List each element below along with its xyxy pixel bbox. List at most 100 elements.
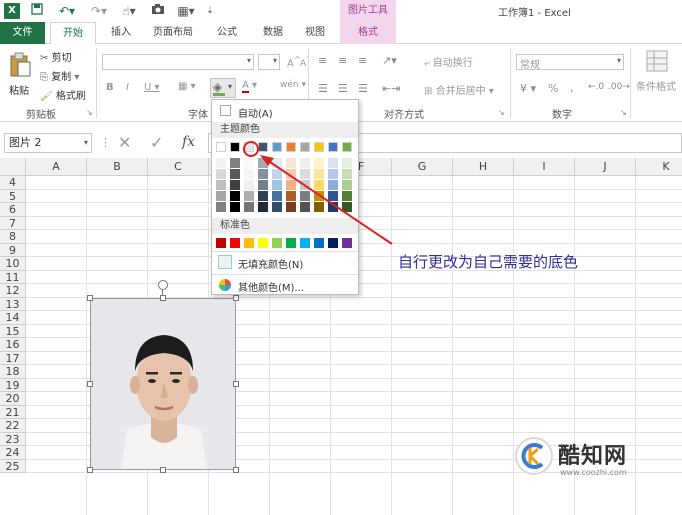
automatic-option[interactable]: 自动(A)	[212, 102, 358, 120]
theme-shade-swatch[interactable]	[300, 191, 310, 201]
save-icon[interactable]	[30, 3, 44, 19]
theme-shade-swatch[interactable]	[314, 158, 324, 168]
theme-shade-swatch[interactable]	[230, 169, 240, 179]
standard-color-swatch[interactable]	[216, 238, 226, 248]
column-header-g[interactable]: G	[392, 158, 453, 176]
theme-shade-swatch[interactable]	[286, 169, 296, 179]
copy-button[interactable]: ⎘ 复制 ▾	[40, 68, 79, 83]
percent-button[interactable]: %	[548, 82, 558, 95]
theme-shade-swatch[interactable]	[272, 158, 282, 168]
fill-color-button[interactable]: ◈ ▾	[210, 78, 236, 98]
resize-handle-w[interactable]	[87, 381, 93, 387]
row-header-12[interactable]: 12	[0, 284, 26, 298]
more-colors-option[interactable]: 其他颜色(M)...	[212, 274, 358, 294]
no-fill-option[interactable]: 无填充颜色(N)	[212, 251, 358, 271]
border-button[interactable]: ▦ ▾	[178, 81, 196, 92]
resize-handle-e[interactable]	[233, 381, 239, 387]
column-header-h[interactable]: H	[453, 158, 514, 176]
theme-shade-swatch[interactable]	[342, 180, 352, 190]
theme-color-swatch[interactable]	[300, 142, 310, 152]
row-header-15[interactable]: 15	[0, 324, 26, 338]
font-size-combo[interactable]: ▾	[258, 54, 280, 70]
redo-icon[interactable]: ↷▾	[88, 3, 110, 19]
standard-color-swatch[interactable]	[230, 238, 240, 248]
increase-decimal-icon[interactable]: ←.0	[588, 82, 604, 92]
theme-shade-swatch[interactable]	[328, 169, 338, 179]
theme-shade-swatch[interactable]	[342, 202, 352, 212]
tab-insert[interactable]: 插入	[104, 22, 138, 44]
theme-shade-swatch[interactable]	[216, 158, 226, 168]
tab-file[interactable]: 文件	[0, 22, 45, 44]
row-header-21[interactable]: 21	[0, 405, 26, 419]
number-launcher-icon[interactable]: ↘	[620, 108, 627, 117]
row-header-22[interactable]: 22	[0, 419, 26, 433]
theme-color-swatch[interactable]	[258, 142, 268, 152]
align-bottom-icon[interactable]: ≡	[358, 54, 367, 67]
tab-view[interactable]: 视图	[298, 22, 332, 44]
theme-shade-swatch[interactable]	[286, 191, 296, 201]
tab-formulas[interactable]: 公式	[210, 22, 244, 44]
resize-handle-nw[interactable]	[87, 295, 93, 301]
theme-shade-swatch[interactable]	[314, 169, 324, 179]
camera-icon[interactable]	[150, 3, 166, 19]
theme-shade-swatch[interactable]	[244, 169, 254, 179]
row-header-6[interactable]: 6	[0, 203, 26, 217]
row-header-10[interactable]: 10	[0, 257, 26, 271]
standard-color-swatch[interactable]	[314, 238, 324, 248]
comma-button[interactable]: ,	[570, 80, 574, 94]
row-header-4[interactable]: 4	[0, 176, 26, 190]
cancel-icon[interactable]: ✕	[118, 133, 131, 152]
row-header-23[interactable]: 23	[0, 432, 26, 446]
theme-shade-swatch[interactable]	[286, 180, 296, 190]
undo-icon[interactable]: ↶▾	[56, 3, 78, 19]
theme-shade-swatch[interactable]	[230, 202, 240, 212]
theme-shade-swatch[interactable]	[244, 202, 254, 212]
underline-button[interactable]: U ▾	[144, 82, 160, 93]
theme-shade-swatch[interactable]	[216, 202, 226, 212]
column-header-i[interactable]: I	[514, 158, 575, 176]
standard-color-swatch[interactable]	[342, 238, 352, 248]
clipboard-launcher-icon[interactable]: ↘	[86, 108, 93, 117]
column-header-k[interactable]: K	[636, 158, 682, 176]
theme-shade-swatch[interactable]	[230, 158, 240, 168]
phonetic-button[interactable]: wén ▾	[280, 80, 306, 90]
align-left-icon[interactable]: ☰	[318, 82, 328, 95]
paste-button[interactable]: 粘贴	[6, 48, 36, 100]
indent-icon[interactable]: ⇤⇥	[382, 82, 400, 95]
theme-shade-swatch[interactable]	[286, 202, 296, 212]
tab-home[interactable]: 开始	[50, 22, 96, 45]
theme-shade-swatch[interactable]	[328, 158, 338, 168]
column-header-a[interactable]: A	[26, 158, 87, 176]
portrait-picture[interactable]	[90, 298, 236, 470]
resize-handle-sw[interactable]	[87, 467, 93, 473]
resize-handle-s[interactable]	[160, 467, 166, 473]
theme-shade-swatch[interactable]	[342, 158, 352, 168]
theme-shade-swatch[interactable]	[244, 191, 254, 201]
theme-color-swatch[interactable]	[244, 142, 254, 152]
theme-shade-swatch[interactable]	[230, 180, 240, 190]
font-color-button[interactable]: A ▾	[242, 80, 257, 93]
tab-page-layout[interactable]: 页面布局	[148, 22, 198, 44]
theme-shade-swatch[interactable]	[300, 169, 310, 179]
name-box[interactable]: 图片 2 ▾	[4, 133, 92, 153]
theme-shade-swatch[interactable]	[258, 180, 268, 190]
theme-shade-swatch[interactable]	[258, 169, 268, 179]
theme-shade-swatch[interactable]	[272, 191, 282, 201]
align-top-icon[interactable]: ≡	[318, 54, 327, 67]
theme-shade-swatch[interactable]	[244, 180, 254, 190]
alignment-launcher-icon[interactable]: ↘	[498, 108, 505, 117]
row-header-11[interactable]: 11	[0, 270, 26, 284]
rotate-handle[interactable]	[158, 280, 168, 290]
standard-color-swatch[interactable]	[272, 238, 282, 248]
row-header-25[interactable]: 25	[0, 459, 26, 473]
resize-handle-ne[interactable]	[233, 295, 239, 301]
align-middle-icon[interactable]: ≡	[338, 54, 347, 67]
row-header-20[interactable]: 20	[0, 392, 26, 406]
theme-color-swatch[interactable]	[342, 142, 352, 152]
standard-color-swatch[interactable]	[328, 238, 338, 248]
theme-color-swatch[interactable]	[328, 142, 338, 152]
theme-shade-swatch[interactable]	[258, 202, 268, 212]
theme-shade-swatch[interactable]	[272, 180, 282, 190]
row-header-13[interactable]: 13	[0, 297, 26, 311]
row-header-14[interactable]: 14	[0, 311, 26, 325]
